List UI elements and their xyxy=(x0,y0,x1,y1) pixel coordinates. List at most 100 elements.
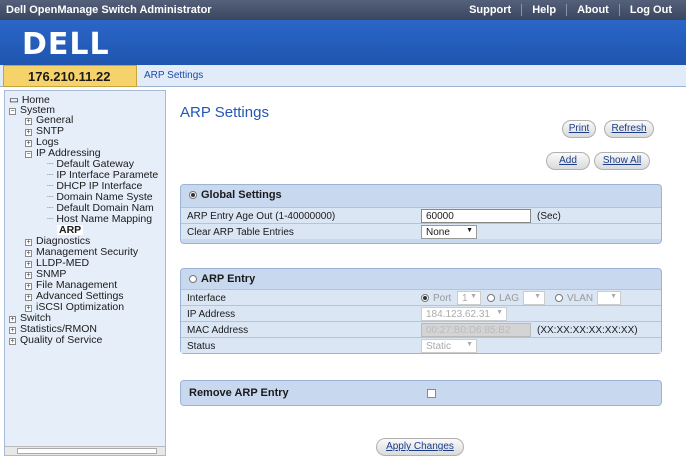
age-out-input[interactable]: 60000 xyxy=(421,209,531,223)
port-radio[interactable] xyxy=(421,294,429,302)
mac-address-label: MAC Address xyxy=(187,325,249,336)
vlan-option[interactable]: VLAN xyxy=(555,293,593,304)
help-link[interactable]: Help xyxy=(521,4,566,16)
chevron-down-icon: ▼ xyxy=(534,293,541,300)
lag-select[interactable]: ▼ xyxy=(523,291,545,305)
ip-address-select[interactable]: 184.123.62.31 ▼ xyxy=(421,307,507,321)
show-all-button[interactable]: Show All xyxy=(594,152,650,170)
tree-domain-name-system[interactable]: ┈ Domain Name Syste xyxy=(47,192,153,203)
tree-file-mgmt[interactable]: + File Management xyxy=(25,280,117,290)
chevron-down-icon: ▼ xyxy=(610,293,617,300)
dell-logo: DELL xyxy=(22,27,110,62)
ip-address-row: IP Address 184.123.62.31 ▼ xyxy=(181,305,661,321)
brand-banner: DELL xyxy=(0,20,686,65)
global-settings-panel: Global Settings ARP Entry Age Out (1-400… xyxy=(180,184,662,244)
page-title: ARP Settings xyxy=(180,104,269,121)
interface-label: Interface xyxy=(187,293,226,304)
expand-icon[interactable]: + xyxy=(25,294,32,301)
tree-snmp[interactable]: + SNMP xyxy=(25,269,66,279)
remove-entry-panel: Remove ARP Entry xyxy=(180,380,662,406)
port-option[interactable]: Port xyxy=(421,293,451,304)
logout-link[interactable]: Log Out xyxy=(618,4,682,16)
about-link[interactable]: About xyxy=(566,4,619,16)
interface-row: Interface Port 1 ▼ LAG ▼ VLAN ▼ xyxy=(181,289,661,305)
top-links: Support Help About Log Out xyxy=(459,4,682,16)
tree-host-name-mapping[interactable]: ┈ Host Name Mapping xyxy=(47,214,152,225)
tree-qos[interactable]: + Quality of Service xyxy=(9,335,102,345)
expand-icon[interactable]: + xyxy=(25,118,32,125)
tree-switch[interactable]: + Switch xyxy=(9,313,51,323)
apply-changes-button[interactable]: Apply Changes xyxy=(376,438,464,456)
expand-icon[interactable]: + xyxy=(25,140,32,147)
scrollbar-thumb[interactable] xyxy=(17,448,157,454)
expand-icon[interactable]: + xyxy=(25,250,32,257)
ip-address-label: IP Address xyxy=(187,309,236,320)
clear-table-label: Clear ARP Table Entries xyxy=(187,227,294,238)
remove-entry-checkbox[interactable] xyxy=(427,389,436,398)
chevron-down-icon: ▼ xyxy=(466,341,473,348)
refresh-button[interactable]: Refresh xyxy=(604,120,654,138)
tree-sntp[interactable]: + SNTP xyxy=(25,126,64,136)
print-button[interactable]: Print xyxy=(562,120,596,138)
title-bar: Dell OpenManage Switch Administrator Sup… xyxy=(0,0,686,20)
expand-icon[interactable]: + xyxy=(25,283,32,290)
port-select[interactable]: 1 ▼ xyxy=(457,291,481,305)
tree-arp[interactable]: ARP xyxy=(57,225,84,235)
tree-dhcp-ip[interactable]: ┈ DHCP IP Interface xyxy=(47,181,142,192)
global-settings-header[interactable]: Global Settings xyxy=(181,185,661,203)
breadcrumb[interactable]: ARP Settings xyxy=(144,70,203,81)
expand-icon[interactable]: + xyxy=(25,239,32,246)
lag-radio[interactable] xyxy=(487,294,495,302)
tree-general[interactable]: + General xyxy=(25,115,73,125)
tree-ip-addressing[interactable]: − IP Addressing xyxy=(25,148,101,158)
lag-option[interactable]: LAG xyxy=(487,293,519,304)
vlan-radio[interactable] xyxy=(555,294,563,302)
app-title: Dell OpenManage Switch Administrator xyxy=(6,4,212,16)
expand-icon[interactable]: + xyxy=(25,305,32,312)
chevron-down-icon: ▼ xyxy=(470,293,477,300)
main-content: ARP Settings Print Refresh Add Show All … xyxy=(166,88,686,462)
tree-mgmt-security[interactable]: + Management Security xyxy=(25,247,138,257)
switch-ip: 176.210.11.22 xyxy=(3,65,137,87)
nav-tree: ▭ Home − System + General + SNTP + Logs − IP … xyxy=(4,90,166,456)
age-out-row: ARP Entry Age Out (1-40000000) 60000 (Se… xyxy=(181,207,661,223)
clear-table-row: Clear ARP Table Entries None ▼ xyxy=(181,223,661,239)
collapse-icon[interactable]: − xyxy=(9,108,16,115)
expand-icon[interactable]: + xyxy=(25,261,32,268)
status-label: Status xyxy=(187,341,216,352)
tree-ip-interface[interactable]: ┈ IP Interface Paramete xyxy=(47,170,158,181)
address-bar: 176.210.11.22 ARP Settings xyxy=(0,65,686,87)
tree-diagnostics[interactable]: + Diagnostics xyxy=(25,236,90,246)
sidebar-hscrollbar[interactable] xyxy=(5,446,165,455)
add-button[interactable]: Add xyxy=(546,152,590,170)
support-link[interactable]: Support xyxy=(459,4,521,16)
tree-stats[interactable]: + Statistics/RMON xyxy=(9,324,97,334)
tree-iscsi[interactable]: + iSCSI Optimization xyxy=(25,302,124,312)
age-out-label: ARP Entry Age Out (1-40000000) xyxy=(187,211,336,222)
collapse-icon[interactable]: − xyxy=(25,151,32,158)
status-row: Status Static ▼ xyxy=(181,337,661,353)
expand-icon[interactable]: + xyxy=(25,272,32,279)
status-select[interactable]: Static ▼ xyxy=(421,339,477,353)
tree-default-domain[interactable]: ┈ Default Domain Nam xyxy=(47,203,154,214)
expand-icon[interactable]: + xyxy=(9,327,16,334)
clear-table-select[interactable]: None ▼ xyxy=(421,225,477,239)
mac-format-hint: (XX:XX:XX:XX:XX:XX) xyxy=(537,325,638,336)
remove-entry-label: Remove ARP Entry xyxy=(189,387,289,399)
global-settings-radio[interactable] xyxy=(189,191,197,199)
expand-icon[interactable]: + xyxy=(9,316,16,323)
expand-icon[interactable]: + xyxy=(25,129,32,136)
arp-entry-panel: ARP Entry Interface Port 1 ▼ LAG ▼ VLAN ▼… xyxy=(180,268,662,354)
vlan-select[interactable]: ▼ xyxy=(597,291,621,305)
expand-icon[interactable]: + xyxy=(9,338,16,345)
arp-entry-radio[interactable] xyxy=(189,275,197,283)
mac-address-input[interactable]: 00:27:B0:D6:85:B2 xyxy=(421,323,531,337)
tree-lldp-med[interactable]: + LLDP-MED xyxy=(25,258,89,268)
age-out-unit: (Sec) xyxy=(537,211,561,222)
mac-address-row: MAC Address 00:27:B0:D6:85:B2 (XX:XX:XX:… xyxy=(181,321,661,337)
tree-default-gateway[interactable]: ┈ Default Gateway xyxy=(47,159,134,170)
chevron-down-icon: ▼ xyxy=(466,227,473,234)
arp-entry-header[interactable]: ARP Entry xyxy=(181,269,661,287)
tree-advanced[interactable]: + Advanced Settings xyxy=(25,291,124,301)
tree-logs[interactable]: + Logs xyxy=(25,137,59,147)
